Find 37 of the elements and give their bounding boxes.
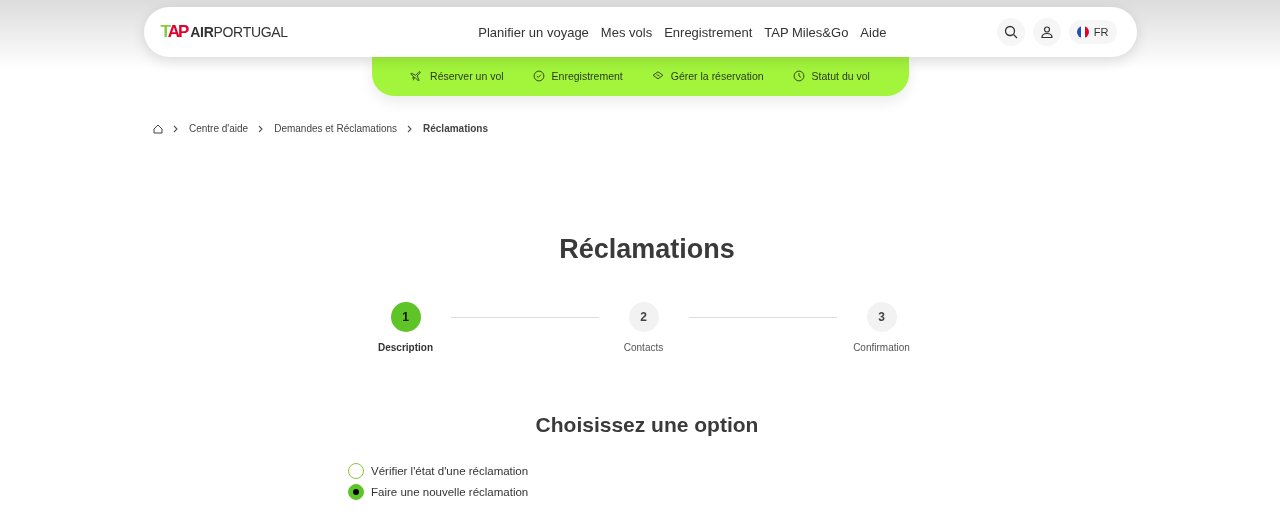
- quick-link[interactable]: Réserver un vol: [410, 69, 504, 83]
- chevron-icon: [407, 124, 413, 133]
- radio-button[interactable]: [348, 484, 364, 500]
- search-button[interactable]: [996, 18, 1025, 46]
- step-number: 3: [866, 302, 897, 332]
- nav-link[interactable]: Aide: [854, 20, 893, 44]
- home-icon[interactable]: [153, 123, 163, 134]
- radio-button[interactable]: [348, 463, 364, 479]
- nav-link[interactable]: Planifier un voyage: [472, 20, 595, 44]
- check-icon: [531, 69, 546, 83]
- radio-label[interactable]: Vérifier l'état d'une réclamation: [371, 465, 529, 477]
- logo-mark[interactable]: TAP: [160, 22, 188, 42]
- step-label: Confirmation: [853, 342, 910, 353]
- step-label: Contacts: [623, 342, 664, 353]
- nav-link[interactable]: TAP Miles&Go: [758, 20, 855, 44]
- breadcrumb-link[interactable]: Centre d'aide: [189, 123, 249, 134]
- page-title: Réclamations: [558, 234, 736, 265]
- quick-link[interactable]: Enregistrement: [531, 69, 623, 83]
- user-icon: [1039, 25, 1054, 39]
- nav-link[interactable]: Mes vols: [594, 20, 659, 44]
- search-icon: [1003, 25, 1018, 39]
- quick-link[interactable]: Statut du vol: [791, 69, 870, 83]
- quick-link[interactable]: Gérer la réservation: [650, 69, 764, 83]
- step-number: 1: [390, 302, 421, 332]
- breadcrumb-link[interactable]: Demandes et Réclamations: [274, 123, 397, 134]
- section-heading: Choisissez une option: [534, 413, 760, 437]
- chevron-icon: [173, 124, 179, 133]
- step-label: Description: [378, 342, 433, 353]
- clock-icon: [791, 69, 806, 83]
- nav-link[interactable]: Enregistrement: [658, 20, 759, 44]
- account-button[interactable]: [1032, 18, 1061, 46]
- radio-label[interactable]: Faire une nouvelle réclamation: [371, 486, 529, 498]
- step-number: 2: [628, 302, 659, 332]
- chevron-icon: [258, 124, 265, 133]
- logo-text: AIRPORTUGAL: [190, 24, 288, 40]
- flag-icon: [1076, 26, 1089, 38]
- language-button[interactable]: FR: [1068, 20, 1117, 44]
